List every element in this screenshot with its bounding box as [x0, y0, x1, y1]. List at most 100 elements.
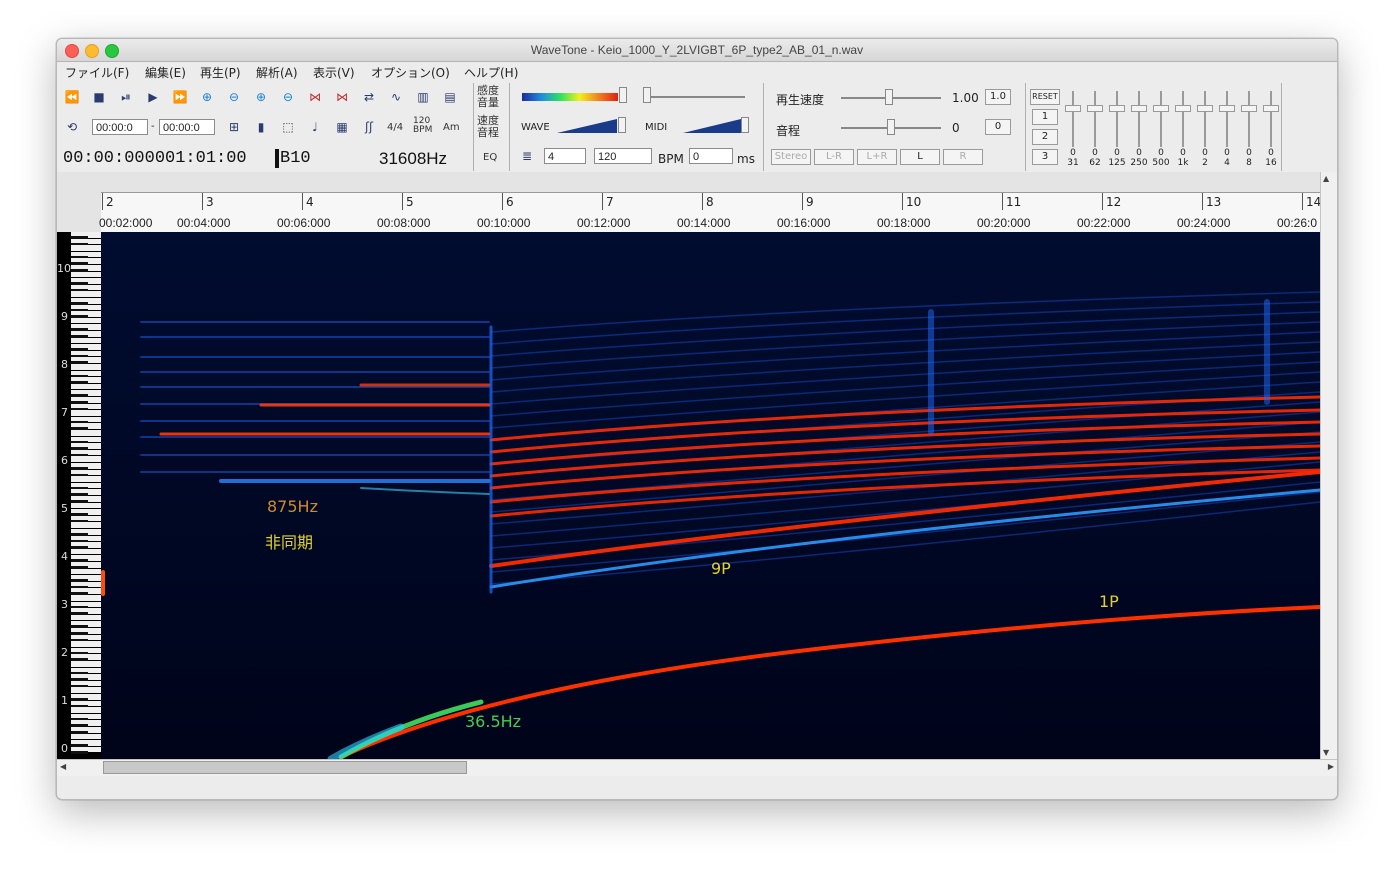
- pitch-reset-button[interactable]: 0: [985, 119, 1011, 135]
- white-key[interactable]: [71, 641, 101, 647]
- scroll-up-icon[interactable]: ▲: [1323, 174, 1329, 183]
- eq-reset-button[interactable]: RESET: [1030, 89, 1060, 105]
- zoom-out-horizontal-icon[interactable]: ⊖: [224, 88, 244, 106]
- stop-icon[interactable]: ■: [89, 88, 109, 106]
- key-small[interactable]: Am: [443, 123, 460, 133]
- swap-icon[interactable]: ⇄: [359, 88, 379, 106]
- white-key[interactable]: [71, 271, 101, 278]
- loop-icon[interactable]: ⟲: [62, 118, 82, 136]
- eq-preset-1[interactable]: 1: [1032, 109, 1058, 125]
- white-key[interactable]: [71, 502, 101, 509]
- grid-icon[interactable]: ⊞: [224, 118, 244, 136]
- scroll-right-icon[interactable]: ▶: [1328, 762, 1334, 771]
- white-key[interactable]: [71, 707, 101, 713]
- white-key[interactable]: [71, 291, 101, 297]
- white-key[interactable]: [71, 733, 101, 740]
- eq-slider[interactable]: [1240, 91, 1258, 147]
- eq-slider[interactable]: [1196, 91, 1214, 147]
- time-ruler[interactable]: 2 3 4 5 6 7 8 9 10 11 12 13 14 00:02:000 00:04:000 00:0…: [99, 192, 1321, 233]
- menu-help[interactable]: ヘルプ(H): [464, 64, 518, 81]
- eq-slider[interactable]: [1152, 91, 1170, 147]
- channel-l-plus-r-button[interactable]: L+R: [857, 149, 897, 165]
- menu-play[interactable]: 再生(P): [200, 64, 241, 81]
- zoom-in-horizontal-icon[interactable]: ⊕: [197, 88, 217, 106]
- end-time-field[interactable]: 00:00:0: [159, 119, 215, 135]
- grid-lines-icon[interactable]: ≣: [517, 147, 537, 165]
- waveform-icon[interactable]: ∿: [386, 88, 406, 106]
- menu-view[interactable]: 表示(V): [313, 64, 355, 81]
- expand-icon[interactable]: ⋈: [305, 88, 325, 106]
- time-signature[interactable]: 4/4: [387, 123, 403, 133]
- white-key[interactable]: [71, 476, 101, 482]
- menu-options[interactable]: オプション(O): [371, 64, 450, 81]
- start-time-field[interactable]: 00:00:0: [92, 119, 148, 135]
- eq-slider[interactable]: [1262, 91, 1280, 147]
- white-key[interactable]: [71, 614, 101, 621]
- white-key[interactable]: [71, 317, 101, 324]
- menu-edit[interactable]: 編集(E): [145, 64, 186, 81]
- white-key[interactable]: [71, 383, 101, 390]
- horizontal-scrollbar[interactable]: ◀ ▶: [57, 759, 1337, 776]
- white-key[interactable]: [71, 568, 101, 575]
- channel-r-button[interactable]: R: [943, 149, 983, 165]
- eq-slider[interactable]: [1130, 91, 1148, 147]
- select-icon[interactable]: ⬚: [278, 118, 298, 136]
- speed-slider-knob[interactable]: [885, 89, 893, 105]
- beats-field[interactable]: 4: [544, 148, 586, 164]
- volume-knob[interactable]: [643, 87, 651, 103]
- vertical-scrollbar[interactable]: ▲ ▼: [1320, 172, 1337, 759]
- curve-icon[interactable]: ʃʃ: [359, 118, 379, 136]
- scroll-down-icon[interactable]: ▼: [1323, 748, 1329, 757]
- eq-slider[interactable]: [1174, 91, 1192, 147]
- white-key[interactable]: [71, 661, 101, 667]
- zoom-out-vertical-icon[interactable]: ⊖: [278, 88, 298, 106]
- white-key[interactable]: [71, 245, 101, 251]
- shrink-icon[interactable]: ⋈: [332, 88, 352, 106]
- white-key[interactable]: [71, 522, 101, 528]
- table-icon[interactable]: ▦: [332, 118, 352, 136]
- clip-icon[interactable]: ▮: [251, 118, 271, 136]
- bpm-small[interactable]: 120 BPM: [413, 117, 432, 135]
- eq-slider[interactable]: [1086, 91, 1104, 147]
- white-key[interactable]: [71, 687, 101, 693]
- white-key[interactable]: [71, 548, 101, 555]
- tempo-field[interactable]: 120: [594, 148, 652, 164]
- white-key[interactable]: [71, 337, 101, 344]
- midi-knob[interactable]: [741, 117, 749, 133]
- eq-slider[interactable]: [1218, 91, 1236, 147]
- channel-l-minus-r-button[interactable]: L-R: [814, 149, 854, 165]
- note-icon[interactable]: ♩: [305, 118, 325, 136]
- eq-slider[interactable]: [1064, 91, 1082, 147]
- wave-knob[interactable]: [618, 117, 626, 133]
- pitch-slider-knob[interactable]: [887, 119, 895, 135]
- menu-analyze[interactable]: 解析(A): [256, 64, 298, 81]
- eq-label[interactable]: EQ: [483, 153, 497, 163]
- ms-field[interactable]: 0: [689, 148, 733, 164]
- zoom-in-vertical-icon[interactable]: ⊕: [251, 88, 271, 106]
- white-key[interactable]: [71, 410, 101, 416]
- piano-keyboard[interactable]: [71, 232, 101, 759]
- spectrogram[interactable]: 875Hz 非同期 9P 1P 36.5Hz: [101, 232, 1320, 759]
- black-key[interactable]: [71, 750, 88, 754]
- piano-icon[interactable]: ▥: [413, 88, 433, 106]
- sensitivity-knob[interactable]: [619, 87, 627, 103]
- channel-l-button[interactable]: L: [900, 149, 940, 165]
- fast-forward-icon[interactable]: ⏩: [170, 88, 190, 106]
- scroll-left-icon[interactable]: ◀: [60, 762, 66, 771]
- menu-file[interactable]: ファイル(F): [65, 64, 129, 81]
- channel-stereo-button[interactable]: Stereo: [771, 149, 811, 165]
- white-key[interactable]: [71, 595, 101, 601]
- white-key[interactable]: [71, 430, 101, 436]
- eq-slider[interactable]: [1108, 91, 1126, 147]
- horizontal-scroll-thumb[interactable]: [103, 761, 467, 774]
- eq-preset-3[interactable]: 3: [1032, 149, 1058, 165]
- speed-reset-button[interactable]: 1.0: [985, 89, 1011, 105]
- white-key[interactable]: [71, 456, 101, 462]
- eq-preset-2[interactable]: 2: [1032, 129, 1058, 145]
- white-key[interactable]: [71, 364, 101, 370]
- play-icon[interactable]: ▶: [143, 88, 163, 106]
- book-icon[interactable]: ▤: [440, 88, 460, 106]
- pause-play-icon[interactable]: ⏯: [116, 88, 136, 106]
- rewind-icon[interactable]: ⏪: [62, 88, 82, 106]
- eq-value: 0: [1246, 148, 1252, 158]
